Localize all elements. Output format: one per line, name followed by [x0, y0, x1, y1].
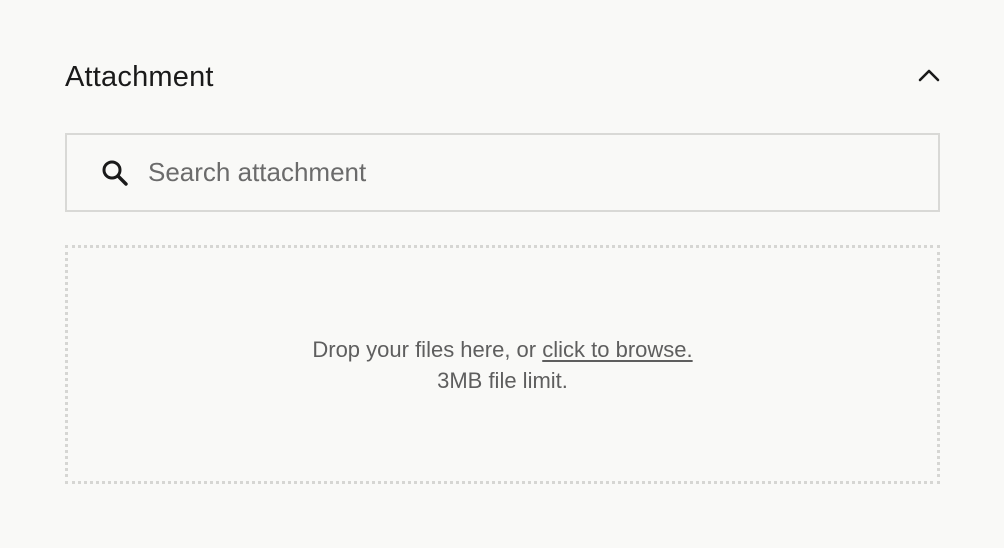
dropzone-prompt-line: Drop your files here, or click to browse…	[312, 334, 692, 365]
section-title: Attachment	[65, 60, 214, 93]
dropzone-prompt: Drop your files here, or	[312, 336, 537, 362]
file-dropzone[interactable]: Drop your files here, or click to browse…	[65, 245, 940, 484]
chevron-up-icon	[918, 68, 940, 87]
browse-link[interactable]: click to browse.	[542, 337, 692, 362]
file-limit-text: 3MB file limit.	[437, 367, 568, 393]
attachment-header[interactable]: Attachment	[65, 52, 940, 102]
search-box[interactable]	[65, 133, 940, 212]
search-input[interactable]	[148, 135, 938, 210]
attachment-panel: Attachment Drop your files here, or clic…	[0, 0, 1004, 548]
collapse-button[interactable]	[900, 57, 940, 97]
search-icon	[100, 158, 130, 188]
